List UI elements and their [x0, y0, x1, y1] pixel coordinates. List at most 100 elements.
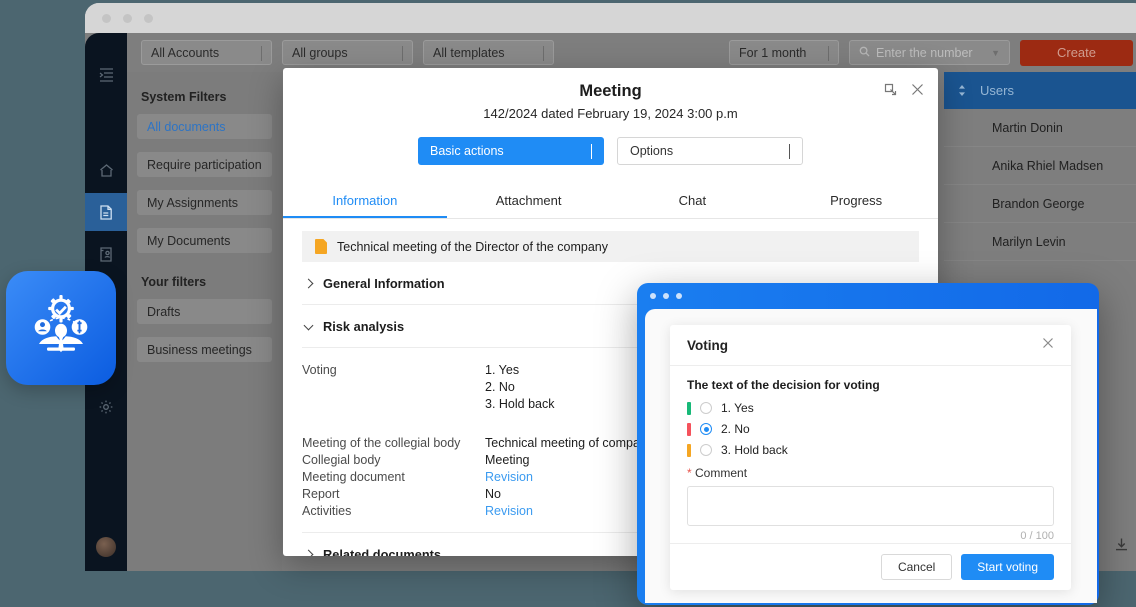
user-name: Anika Rhiel Madsen — [992, 158, 1104, 173]
tab-label: Information — [332, 193, 398, 208]
field-key: Activities — [302, 504, 352, 518]
field-value-link[interactable]: Revision — [485, 504, 533, 518]
tab-information[interactable]: Information — [283, 185, 447, 218]
field-key: Meeting document — [302, 470, 405, 484]
start-voting-button[interactable]: Start voting — [961, 554, 1054, 580]
sidebar-item-require-participation[interactable]: Require participation — [137, 152, 272, 177]
cancel-button[interactable]: Cancel — [880, 554, 953, 580]
avatar[interactable] — [96, 537, 116, 557]
window-titlebar — [85, 3, 1136, 33]
voting-dialog: Voting The text of the decision for voti… — [670, 325, 1071, 590]
document-banner[interactable]: Technical meeting of the Director of the… — [302, 231, 919, 262]
groups-dropdown[interactable]: All groups — [282, 40, 413, 65]
page-title: Meeting — [579, 82, 642, 100]
basic-actions-dropdown[interactable]: Basic actions — [418, 137, 604, 165]
comment-textarea[interactable] — [687, 486, 1054, 526]
chevron-down-icon — [543, 45, 544, 61]
search-input[interactable]: Enter the number ▼ — [849, 40, 1010, 65]
toolbar: All Accounts All groups All templates Fo… — [127, 33, 1136, 72]
section-label: Risk analysis — [323, 319, 405, 334]
window-maximize-dot[interactable] — [676, 293, 682, 299]
accounts-dropdown[interactable]: All Accounts — [141, 40, 272, 65]
voting-dialog-body: The text of the decision for voting 1. Y… — [670, 366, 1071, 543]
voting-window-controls[interactable] — [650, 293, 682, 299]
search-placeholder: Enter the number — [876, 45, 973, 60]
user-name: Marilyn Levin — [992, 234, 1066, 249]
table-row[interactable]: Martin Donin — [944, 109, 1136, 147]
voting-option-yes[interactable]: 1. Yes — [687, 401, 1054, 415]
download-icon[interactable] — [1114, 537, 1129, 557]
window-minimize-dot[interactable] — [123, 14, 132, 23]
users-table: Users Martin Donin Anika Rhiel Madsen Br… — [944, 72, 1136, 261]
chevron-right-icon — [303, 278, 314, 289]
filter-label: All documents — [147, 119, 226, 134]
comment-label-text: Comment — [695, 466, 748, 480]
option-color-swatch — [687, 443, 691, 457]
table-row[interactable]: Anika Rhiel Madsen — [944, 147, 1136, 185]
voting-window-content: Voting The text of the decision for voti… — [645, 309, 1097, 603]
options-dropdown[interactable]: Options — [617, 137, 803, 165]
radio-no[interactable] — [700, 423, 712, 435]
close-icon[interactable] — [911, 83, 924, 101]
field-key: Voting — [302, 363, 337, 377]
sidebar-item-my-documents[interactable]: My Documents — [137, 228, 272, 253]
create-button[interactable]: Create — [1020, 39, 1133, 66]
field-value-link[interactable]: Revision — [485, 470, 533, 484]
window-close-dot[interactable] — [102, 14, 111, 23]
window-minimize-dot[interactable] — [663, 293, 669, 299]
tab-chat[interactable]: Chat — [611, 185, 775, 218]
sidebar-item-my-assignments[interactable]: My Assignments — [137, 190, 272, 215]
voting-dialog-footer: Cancel Start voting — [670, 543, 1071, 590]
option-color-swatch — [687, 422, 691, 436]
user-name: Martin Donin — [992, 120, 1063, 135]
option-label: 3. Hold back — [721, 443, 788, 457]
option-label: 2. No — [721, 422, 750, 436]
menu-list-icon[interactable] — [85, 55, 127, 93]
window-maximize-dot[interactable] — [144, 14, 153, 23]
tab-progress[interactable]: Progress — [774, 185, 938, 218]
gear-icon[interactable] — [85, 388, 127, 426]
users-column-header[interactable]: Users — [944, 72, 1136, 109]
voting-option-hold-back[interactable]: 3. Hold back — [687, 443, 1054, 457]
templates-dropdown[interactable]: All templates — [423, 40, 554, 65]
cancel-label: Cancel — [897, 560, 936, 574]
sort-icon[interactable] — [958, 85, 966, 96]
filters-sidebar: System Filters All documents Require par… — [127, 72, 282, 571]
meeting-header-actions — [884, 83, 924, 101]
app-logo-badge — [6, 271, 116, 385]
option-label: 1. Yes — [721, 401, 754, 415]
chevron-down-icon — [789, 144, 790, 159]
required-marker: * — [687, 466, 692, 480]
period-dropdown[interactable]: For 1 month — [729, 40, 839, 65]
system-filters-title: System Filters — [141, 90, 227, 104]
groups-value: All groups — [292, 45, 348, 60]
tab-label: Chat — [678, 193, 707, 208]
radio-hold-back[interactable] — [700, 444, 712, 456]
tab-attachment[interactable]: Attachment — [447, 185, 611, 218]
period-value: For 1 month — [739, 45, 807, 60]
radio-yes[interactable] — [700, 402, 712, 414]
filter-label: My Documents — [147, 233, 231, 248]
sidebar-item-business-meetings[interactable]: Business meetings — [137, 337, 272, 362]
sidebar-item-all-documents[interactable]: All documents — [137, 114, 272, 139]
home-icon[interactable] — [85, 151, 127, 189]
chevron-right-icon — [303, 549, 314, 556]
file-icon — [315, 239, 327, 254]
close-icon[interactable] — [1042, 336, 1054, 354]
window-close-dot[interactable] — [650, 293, 656, 299]
voting-option-no[interactable]: 2. No — [687, 422, 1054, 436]
users-header-label: Users — [980, 83, 1014, 98]
meeting-tabs: Information Attachment Chat Progress — [283, 185, 938, 219]
field-key: Collegial body — [302, 453, 381, 467]
sidebar-item-drafts[interactable]: Drafts — [137, 299, 272, 324]
accounts-value: All Accounts — [151, 45, 220, 60]
expand-icon[interactable] — [884, 83, 897, 101]
document-icon[interactable] — [85, 193, 127, 231]
window-controls[interactable] — [102, 14, 153, 23]
user-name: Brandon George — [992, 196, 1085, 211]
field-value: No — [485, 487, 501, 501]
contract-icon[interactable] — [85, 235, 127, 273]
field-value: Meeting — [485, 453, 530, 467]
table-row[interactable]: Marilyn Levin — [944, 223, 1136, 261]
table-row[interactable]: Brandon George — [944, 185, 1136, 223]
